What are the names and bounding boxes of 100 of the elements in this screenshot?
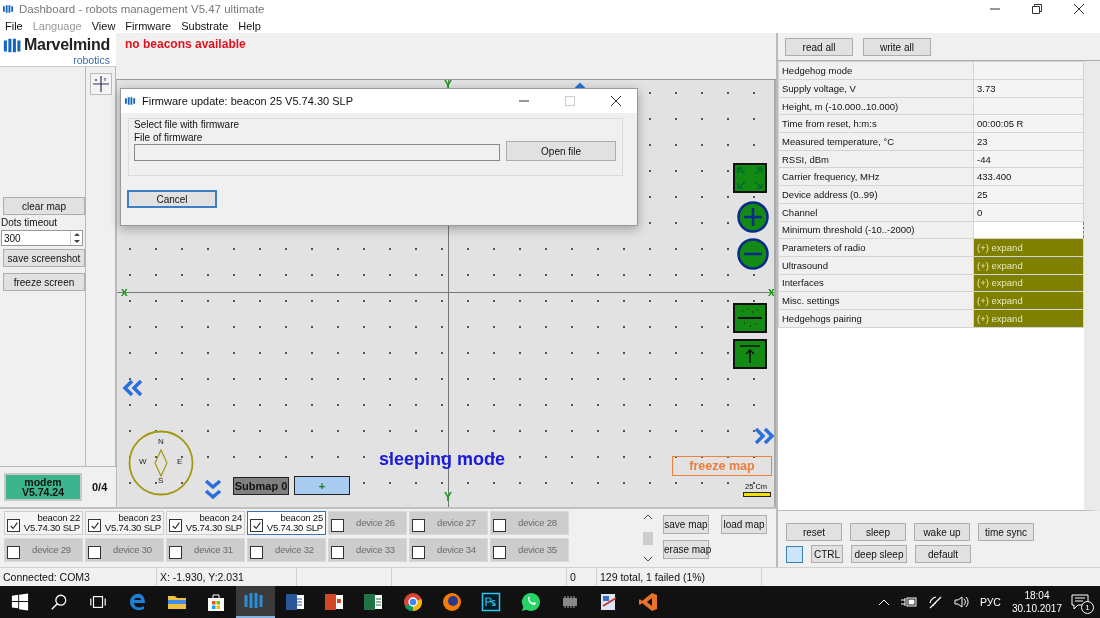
battery-plug-icon[interactable] [899,595,918,609]
double-chevron-left-icon[interactable] [121,378,145,399]
device-tile[interactable]: beacon 24 V5.74.30 SLP [166,511,245,536]
submap-button[interactable]: Submap 0 [233,477,289,496]
action-button[interactable]: reset [786,523,842,542]
close-icon[interactable] [1074,3,1084,14]
brand-name: Marvelmind [24,36,110,55]
device-tile[interactable]: device 34 [409,538,488,563]
window-title: Dashboard - robots management V5.47 ultimate [19,2,265,15]
document-icon [284,592,305,612]
checkbox[interactable] [412,546,425,560]
checkbox[interactable] [7,546,20,560]
browser-icon [127,592,148,612]
checkbox[interactable] [88,519,101,533]
axes-icon[interactable] [89,73,112,96]
open-file-button[interactable]: Open file [506,141,616,161]
fit-view-icon[interactable] [733,163,767,194]
axis-label: x [768,285,774,300]
checkbox[interactable] [88,546,101,560]
round-browser-icon [402,592,423,612]
device-label: beacon 22 V5.74.30 SLP [23,513,80,534]
menu-item[interactable]: View [91,19,116,32]
checkbox[interactable] [250,519,263,533]
group-title: Select file with firmware [134,119,241,130]
checkbox[interactable] [331,546,344,560]
device-tile[interactable]: device 28 [490,511,569,536]
search-icon [49,593,68,611]
save-map-button[interactable]: save map [663,515,709,535]
color-swatch[interactable] [786,545,803,563]
zoom-in-icon[interactable] [737,201,769,234]
checkbox[interactable] [493,546,506,560]
device-tile[interactable]: device 32 [247,538,326,563]
menu-item[interactable]: Firmware [125,19,172,32]
chevron-up-icon[interactable] [877,598,890,606]
write-all-button[interactable]: write all [863,38,931,57]
action-button[interactable]: wake up [914,523,970,542]
clear-map-button[interactable]: clear map [3,197,85,216]
device-tile[interactable]: beacon 23 V5.74.30 SLP [85,511,164,536]
action-button[interactable]: sleep [850,523,906,542]
cancel-button[interactable]: Cancel [127,190,217,208]
expand-cell[interactable]: (+) expand [973,238,1084,257]
checkbox[interactable] [493,519,506,533]
taskbar-button[interactable] [235,586,276,618]
status-message: no beacons available [125,37,246,52]
device-tile[interactable]: device 31 [166,538,245,563]
compass-label: W [139,457,147,467]
volume-icon[interactable] [953,595,970,609]
menu-item[interactable]: Help [238,19,261,32]
action-button[interactable]: time sync [978,523,1034,542]
checkbox[interactable] [7,519,20,533]
code-editor-icon [638,592,659,612]
scale-bar [743,492,771,498]
wifi-icon[interactable] [927,595,944,609]
menu-item[interactable]: Substrate [181,19,229,32]
brand-tagline: robotics [73,54,110,67]
zoom-out-icon[interactable] [737,238,769,271]
filter-points-icon[interactable] [733,303,767,334]
device-label: device 30 [112,545,153,556]
device-tile[interactable]: device 26 [328,511,407,536]
action-button[interactable]: CTRL [811,545,843,564]
erase-map-button[interactable]: erase map [663,540,709,560]
field-label: Dots timeout [1,218,59,228]
checkbox[interactable] [169,519,182,533]
close-icon[interactable] [611,96,621,106]
device-tile[interactable]: beacon 22 V5.74.30 SLP [4,511,83,536]
action-button[interactable]: default [915,545,971,564]
device-tile[interactable]: device 35 [490,538,569,563]
device-tile[interactable]: device 29 [4,538,83,563]
task-view-icon [89,593,108,611]
device-label: beacon 25 V5.74.30 SLP [266,513,323,534]
freeze-screen-button[interactable]: freeze screen [3,273,85,292]
read-all-button[interactable]: read all [785,38,853,57]
checkbox[interactable] [331,519,344,533]
compass-label: S [158,476,164,486]
menu-item[interactable]: File [5,19,23,32]
device-tile[interactable]: device 27 [409,511,488,536]
compass-label: E [177,457,183,467]
checkbox[interactable] [250,546,263,560]
timeout-spinner[interactable]: 300 [1,230,83,247]
parameter-name: Hedgehog mode [778,61,974,80]
action-button[interactable]: deep sleep [851,545,907,564]
scroll-down-icon[interactable] [643,556,653,563]
scroll-up-icon[interactable] [643,514,653,521]
double-chevron-right-icon[interactable] [752,426,774,447]
checkbox[interactable] [412,519,425,533]
device-tile[interactable]: device 30 [85,538,164,563]
device-label: device 28 [517,518,558,529]
language-indicator[interactable]: РУС [979,596,1001,608]
checkbox[interactable] [169,546,182,560]
load-map-button[interactable]: load map [721,515,767,535]
device-tile[interactable]: device 33 [328,538,407,563]
save-screenshot-button[interactable]: save screenshot [3,249,85,268]
notification-button[interactable]: 1 [1068,591,1092,613]
clock[interactable]: 18:04 30.10.2017 [1011,589,1062,615]
device-label: beacon 24 V5.74.30 SLP [185,513,242,534]
modem-button[interactable]: modem V5.74.24 [4,473,82,502]
device-tile[interactable]: beacon 25 V5.74.30 SLP [247,511,326,536]
file-path-field[interactable] [134,144,501,161]
device-label: device 35 [517,545,558,556]
restore-icon[interactable] [1032,3,1042,14]
